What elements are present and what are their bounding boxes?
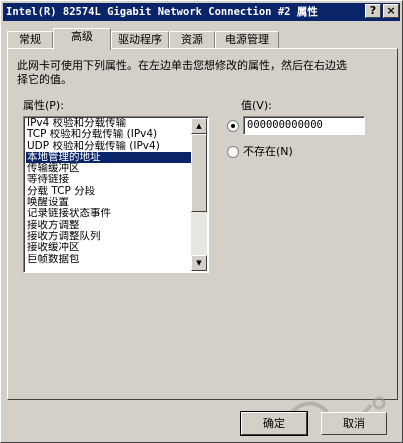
radio-selected-dot bbox=[231, 124, 235, 128]
property-label: 属性(P): bbox=[23, 99, 64, 112]
property-list-item[interactable]: UDP 校验和分载传输 (IPv4) bbox=[26, 141, 192, 152]
not-present-radio[interactable] bbox=[227, 146, 239, 158]
window-title: Intel(R) 82574L Gigabit Network Connecti… bbox=[6, 6, 318, 18]
close-button[interactable]: × bbox=[383, 4, 399, 18]
tab-power-management[interactable]: 电源管理 bbox=[215, 31, 279, 49]
properties-dialog: Intel(R) 82574L Gigabit Network Connecti… bbox=[0, 0, 403, 443]
panel-description: 此网卡可使用下列属性。在左边单击您想修改的属性，然后在右边选择它的值。 bbox=[17, 59, 347, 86]
value-label: 值(V): bbox=[241, 99, 272, 112]
property-list-scrollbar[interactable]: ▲ ▼ bbox=[191, 118, 207, 271]
title-bar: Intel(R) 82574L Gigabit Network Connecti… bbox=[3, 3, 400, 21]
help-button[interactable]: ? bbox=[365, 4, 381, 18]
property-list-item[interactable]: 分载 TCP 分段 bbox=[26, 186, 192, 197]
property-items: IPv4 校验和分载传输 TCP 校验和分载传输 (IPv4) UDP 校验和分载传… bbox=[26, 118, 192, 265]
property-list-item[interactable]: 接收缓冲区 bbox=[26, 242, 192, 253]
arrow-up-icon: ▲ bbox=[196, 122, 202, 130]
tab-advanced[interactable]: 高级 bbox=[53, 28, 111, 50]
value-radio[interactable] bbox=[227, 120, 239, 132]
property-list-item[interactable]: IPv4 校验和分载传输 bbox=[26, 118, 192, 129]
property-list-item[interactable]: 传输缓冲区 bbox=[26, 163, 192, 174]
property-list-item[interactable]: 接收方调整 bbox=[26, 220, 192, 231]
tab-resources[interactable]: 资源 bbox=[169, 31, 215, 49]
property-list-item[interactable]: 接收方调整队列 bbox=[26, 231, 192, 242]
property-list-item[interactable]: 等待链接 bbox=[26, 174, 192, 185]
value-input[interactable]: 000000000000 bbox=[243, 116, 365, 135]
property-list-item[interactable]: 巨帧数据包 bbox=[26, 254, 192, 265]
tab-general[interactable]: 常规 bbox=[7, 31, 53, 49]
scroll-thumb[interactable] bbox=[191, 134, 207, 212]
scroll-up-button[interactable]: ▲ bbox=[191, 118, 207, 134]
property-list[interactable]: IPv4 校验和分载传输 TCP 校验和分载传输 (IPv4) UDP 校验和分载传… bbox=[23, 116, 209, 273]
cancel-button[interactable]: 取消 bbox=[321, 412, 387, 435]
property-list-item[interactable]: 唤醒设置 bbox=[26, 197, 192, 208]
tab-driver[interactable]: 驱动程序 bbox=[111, 31, 169, 49]
ok-button[interactable]: 确定 bbox=[240, 411, 308, 436]
scroll-down-button[interactable]: ▼ bbox=[191, 255, 207, 271]
property-list-item[interactable]: 本地管理的地址 bbox=[26, 151, 192, 164]
arrow-down-icon: ▼ bbox=[196, 259, 202, 267]
property-list-item[interactable]: TCP 校验和分载传输 (IPv4) bbox=[26, 129, 192, 140]
property-list-item[interactable]: 记录链接状态事件 bbox=[26, 208, 192, 219]
not-present-label: 不存在(N) bbox=[243, 145, 293, 158]
